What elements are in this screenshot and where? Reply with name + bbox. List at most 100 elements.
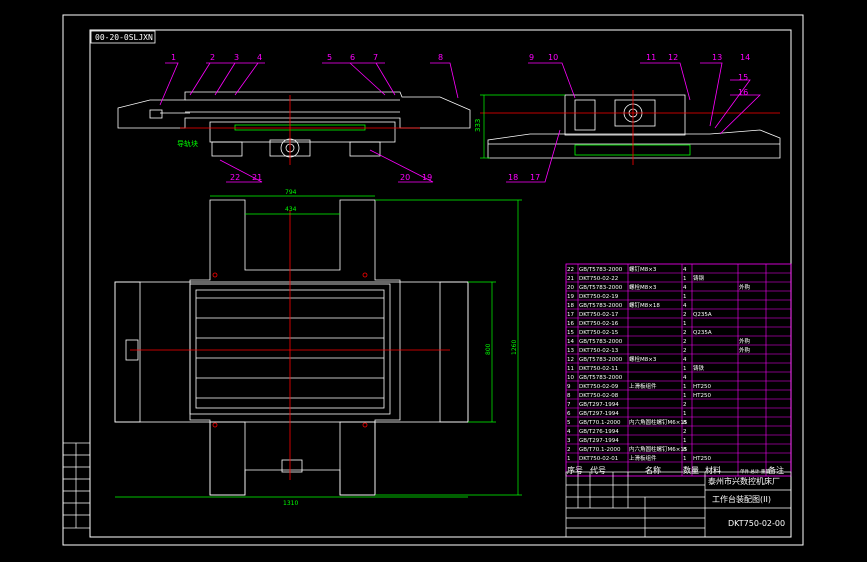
bom-cell: 4 xyxy=(683,303,687,309)
bom-cell: 内六角圆柱螺钉M6×15 xyxy=(629,445,688,453)
balloon-18: 18 xyxy=(508,173,518,182)
balloon-21: 21 xyxy=(252,173,262,182)
balloon-15: 15 xyxy=(738,73,748,82)
bom-cell: 8 xyxy=(567,393,571,399)
bom-cell: DKT750-02-09 xyxy=(579,384,619,390)
balloon-17: 17 xyxy=(530,173,540,182)
balloon-20: 20 xyxy=(400,173,410,182)
plan-hole xyxy=(362,272,368,278)
bom-cell: 21 xyxy=(567,276,574,282)
bom-cell: Q235A xyxy=(693,330,712,336)
dim-front-height: 333 xyxy=(474,119,482,132)
bom-cell: DKT750-02-19 xyxy=(579,294,619,300)
bom-cell: DKT750-02-13 xyxy=(579,348,619,354)
balloon-6: 6 xyxy=(350,53,355,62)
bom-cell: 8 xyxy=(683,420,687,426)
bom-cell: 3 xyxy=(567,438,571,444)
balloon-16: 16 xyxy=(738,88,748,97)
bom-cell: 8 xyxy=(683,447,687,453)
drawing-title: 工作台装配图(II) xyxy=(712,494,771,504)
balloon-11: 11 xyxy=(646,53,656,62)
plan-view xyxy=(114,199,469,496)
bom-cell: 7 xyxy=(567,402,571,408)
bom-cell: 1 xyxy=(683,438,687,444)
bom-cell: 1 xyxy=(683,276,687,282)
bom-cell: 4 xyxy=(567,429,571,435)
bom-cell: 17 xyxy=(567,312,574,318)
balloon-22: 22 xyxy=(230,173,240,182)
bom-cell: 1 xyxy=(683,294,687,300)
cad-drawing: 00-20-0SLJXN 导轨块 1 2 3 4 5 6 7 8 22 21 2… xyxy=(62,14,804,546)
balloon-4: 4 xyxy=(257,53,262,62)
company-name: 泰州市兴数控机床厂 xyxy=(708,476,780,486)
bom-cell: 2 xyxy=(683,348,687,354)
bom-cell: DKT750-02-16 xyxy=(579,321,619,327)
bom-cell: GB/T5783-2000 xyxy=(579,285,623,291)
balloon-14: 14 xyxy=(740,53,750,62)
bom-cell: 4 xyxy=(683,285,687,291)
bom-cell: 22 xyxy=(567,267,574,273)
side-view-right xyxy=(487,94,781,159)
bom-cell: GB/T70.1-2000 xyxy=(579,447,621,453)
bom-cell: Q235A xyxy=(693,312,712,318)
bom-cell: 5 xyxy=(567,420,571,426)
bom-cell: DKT750-02-08 xyxy=(579,393,619,399)
bom-header-cell: 名称 xyxy=(645,465,661,475)
balloon-1: 1 xyxy=(171,53,176,62)
bom-cell: 9 xyxy=(567,384,571,390)
bom-cell: 15 xyxy=(567,330,574,336)
bom-cell: 1 xyxy=(567,456,571,462)
bom-header-cell: 单件 总计 重量 xyxy=(740,468,770,475)
bom-cell: 2 xyxy=(683,339,687,345)
bom-cell: 20 xyxy=(567,285,574,291)
balloon-3: 3 xyxy=(234,53,239,62)
bom-header-cell: 数量 xyxy=(683,465,699,475)
bom-header-cell: 备注 xyxy=(768,465,784,475)
plan-hole xyxy=(212,422,218,428)
bom-cell: 10 xyxy=(567,375,574,381)
bom-cell: 1 xyxy=(683,384,687,390)
bom-cell: 16 xyxy=(567,321,574,327)
bom-cell: GB/T297-1994 xyxy=(579,402,619,408)
bom-cell: 11 xyxy=(567,366,574,372)
drawing-code: 00-20-0SLJXN xyxy=(95,33,153,42)
bom-cell: 19 xyxy=(567,294,574,300)
bom-cell: GB/T5783-2000 xyxy=(579,303,623,309)
bom-cell: 4 xyxy=(683,375,687,381)
dim-plan-height-outer: 1260 xyxy=(511,340,518,355)
plan-hole xyxy=(212,272,218,278)
bom-cell: 内六角圆柱螺钉M6×15 xyxy=(629,418,688,426)
bom-cell: GB/T5783-2000 xyxy=(579,339,623,345)
balloon-19: 19 xyxy=(422,173,432,182)
bom-cell: 2 xyxy=(683,312,687,318)
bom-cell: 1 xyxy=(683,456,687,462)
bom-header-cell: 材料 xyxy=(705,465,721,475)
bom-cell: 18 xyxy=(567,303,574,309)
bom-cell: DKT750-02-17 xyxy=(579,312,619,318)
bom-header-cell: 序号 xyxy=(567,465,583,475)
balloon-2: 2 xyxy=(210,53,215,62)
dim-plan-width-top: 794 xyxy=(285,189,297,196)
bom-cell: 外购 xyxy=(739,346,751,354)
bom-cell: GB/T297-1994 xyxy=(579,438,619,444)
bom-cell: GB/T276-1994 xyxy=(579,429,619,435)
front-view-left xyxy=(117,91,471,158)
bom-cell: 螺钉M8×18 xyxy=(629,301,660,309)
left-note: 导轨块 xyxy=(177,139,198,148)
bom-cell: 1 xyxy=(683,321,687,327)
dim-plan-width-inner: 434 xyxy=(285,206,297,213)
bom-cell: DKT750-02-22 xyxy=(579,276,618,282)
balloon-13: 13 xyxy=(712,53,722,62)
leader-lines-left xyxy=(159,62,459,183)
revision-block xyxy=(62,442,91,529)
bom-cell: 1 xyxy=(683,366,687,372)
bom-cell: 2 xyxy=(567,447,571,453)
balloon-8: 8 xyxy=(438,53,443,62)
bom-cell: 4 xyxy=(683,357,687,363)
bom-cell: HT250 xyxy=(693,393,711,399)
bom-cell: 14 xyxy=(567,339,574,345)
bom-cell: 上滑板组件 xyxy=(629,382,657,390)
bom-cell: HT250 xyxy=(693,456,711,462)
bom-header-cell: 代号 xyxy=(590,465,606,475)
bom-cell: 铸钢 xyxy=(693,274,705,282)
